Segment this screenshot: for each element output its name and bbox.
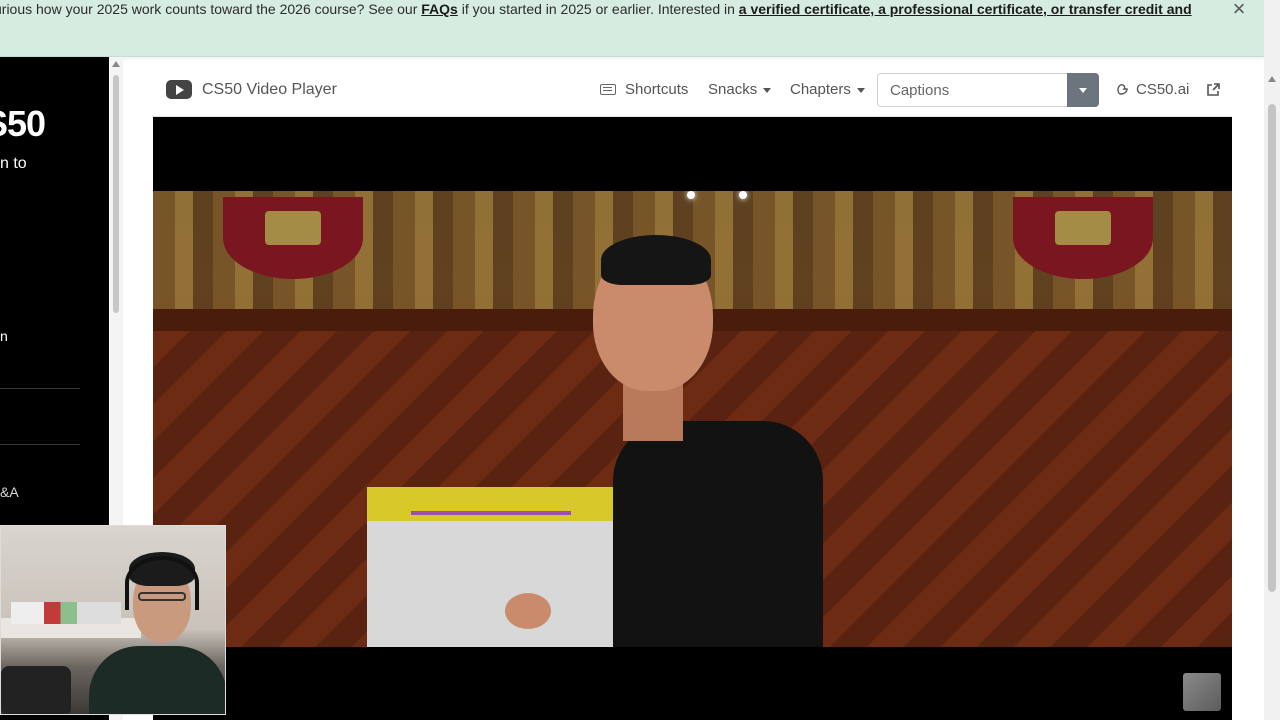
scroll-up-arrow-icon[interactable] — [1268, 76, 1276, 82]
sidebar-divider — [0, 444, 80, 445]
certificate-link[interactable]: a verified certificate, a professional c… — [739, 1, 1192, 17]
keyboard-icon[interactable] — [600, 84, 616, 95]
video-player-header: CS50 Video Player Shortcuts Snacks Chapt… — [153, 64, 1232, 117]
webcam-shelf-items — [11, 602, 121, 624]
banner-text-mid: if you started in 2025 or earlier. Inter… — [457, 1, 739, 17]
glasses-icon — [138, 592, 186, 601]
sidebar-item-fragment[interactable]: n — [0, 328, 8, 344]
lecturer-hand — [505, 593, 551, 629]
external-link-icon[interactable] — [1206, 83, 1220, 97]
sidebar-divider — [0, 388, 80, 389]
scroll-up-arrow-icon[interactable] — [112, 61, 120, 67]
notification-banner: urious how your 2025 work counts toward … — [0, 0, 1264, 57]
captions-select[interactable]: Captions — [877, 73, 1099, 107]
close-icon[interactable]: × — [1228, 0, 1250, 20]
ceiling-light — [739, 191, 747, 199]
youtube-icon — [166, 80, 192, 99]
sidebar-title: S50 — [0, 103, 46, 144]
webcam-bag — [1, 666, 71, 714]
sidebar-item-qa[interactable]: &A — [0, 484, 19, 500]
duck-icon[interactable] — [1115, 82, 1129, 100]
captions-dropdown-button[interactable] — [1067, 73, 1099, 107]
webcam-overlay — [0, 525, 226, 715]
lecturer-body — [613, 421, 823, 647]
snacks-label: Snacks — [708, 81, 758, 98]
webcam-person-body — [89, 646, 225, 714]
lecturer-hair — [601, 235, 711, 285]
banner-text: urious how your 2025 work counts toward … — [0, 0, 1192, 20]
ceiling-light — [687, 191, 695, 199]
player-title: CS50 Video Player — [202, 81, 337, 98]
duck-icon-svg — [1117, 84, 1128, 95]
red-banner — [223, 197, 363, 279]
chevron-down-icon — [856, 87, 865, 93]
red-banner — [1013, 197, 1153, 279]
sidebar-scroll-thumb[interactable] — [113, 75, 119, 313]
page-scrollbar[interactable] — [1264, 0, 1280, 720]
sidebar-subtitle: n to — [0, 155, 27, 172]
chevron-down-icon — [763, 87, 772, 93]
page-scroll-thumb[interactable] — [1268, 104, 1276, 592]
banner-text-start: urious how your 2025 work counts toward … — [0, 1, 422, 17]
headset-icon — [125, 556, 199, 610]
shortcuts-button[interactable]: Shortcuts — [625, 81, 688, 98]
cat-thumbnail-icon[interactable] — [1183, 673, 1221, 711]
whiteboard-stripe — [411, 511, 571, 515]
lecture-scene — [153, 191, 1232, 647]
cs50-ai-link[interactable]: CS50.ai — [1136, 81, 1189, 98]
chapters-dropdown[interactable]: Chapters — [790, 81, 865, 98]
snacks-dropdown[interactable]: Snacks — [708, 81, 772, 98]
captions-placeholder: Captions — [890, 82, 950, 99]
video-frame[interactable] — [153, 117, 1232, 720]
chapters-label: Chapters — [790, 81, 851, 98]
faq-link[interactable]: FAQs — [421, 1, 458, 17]
whiteboard — [367, 487, 641, 647]
